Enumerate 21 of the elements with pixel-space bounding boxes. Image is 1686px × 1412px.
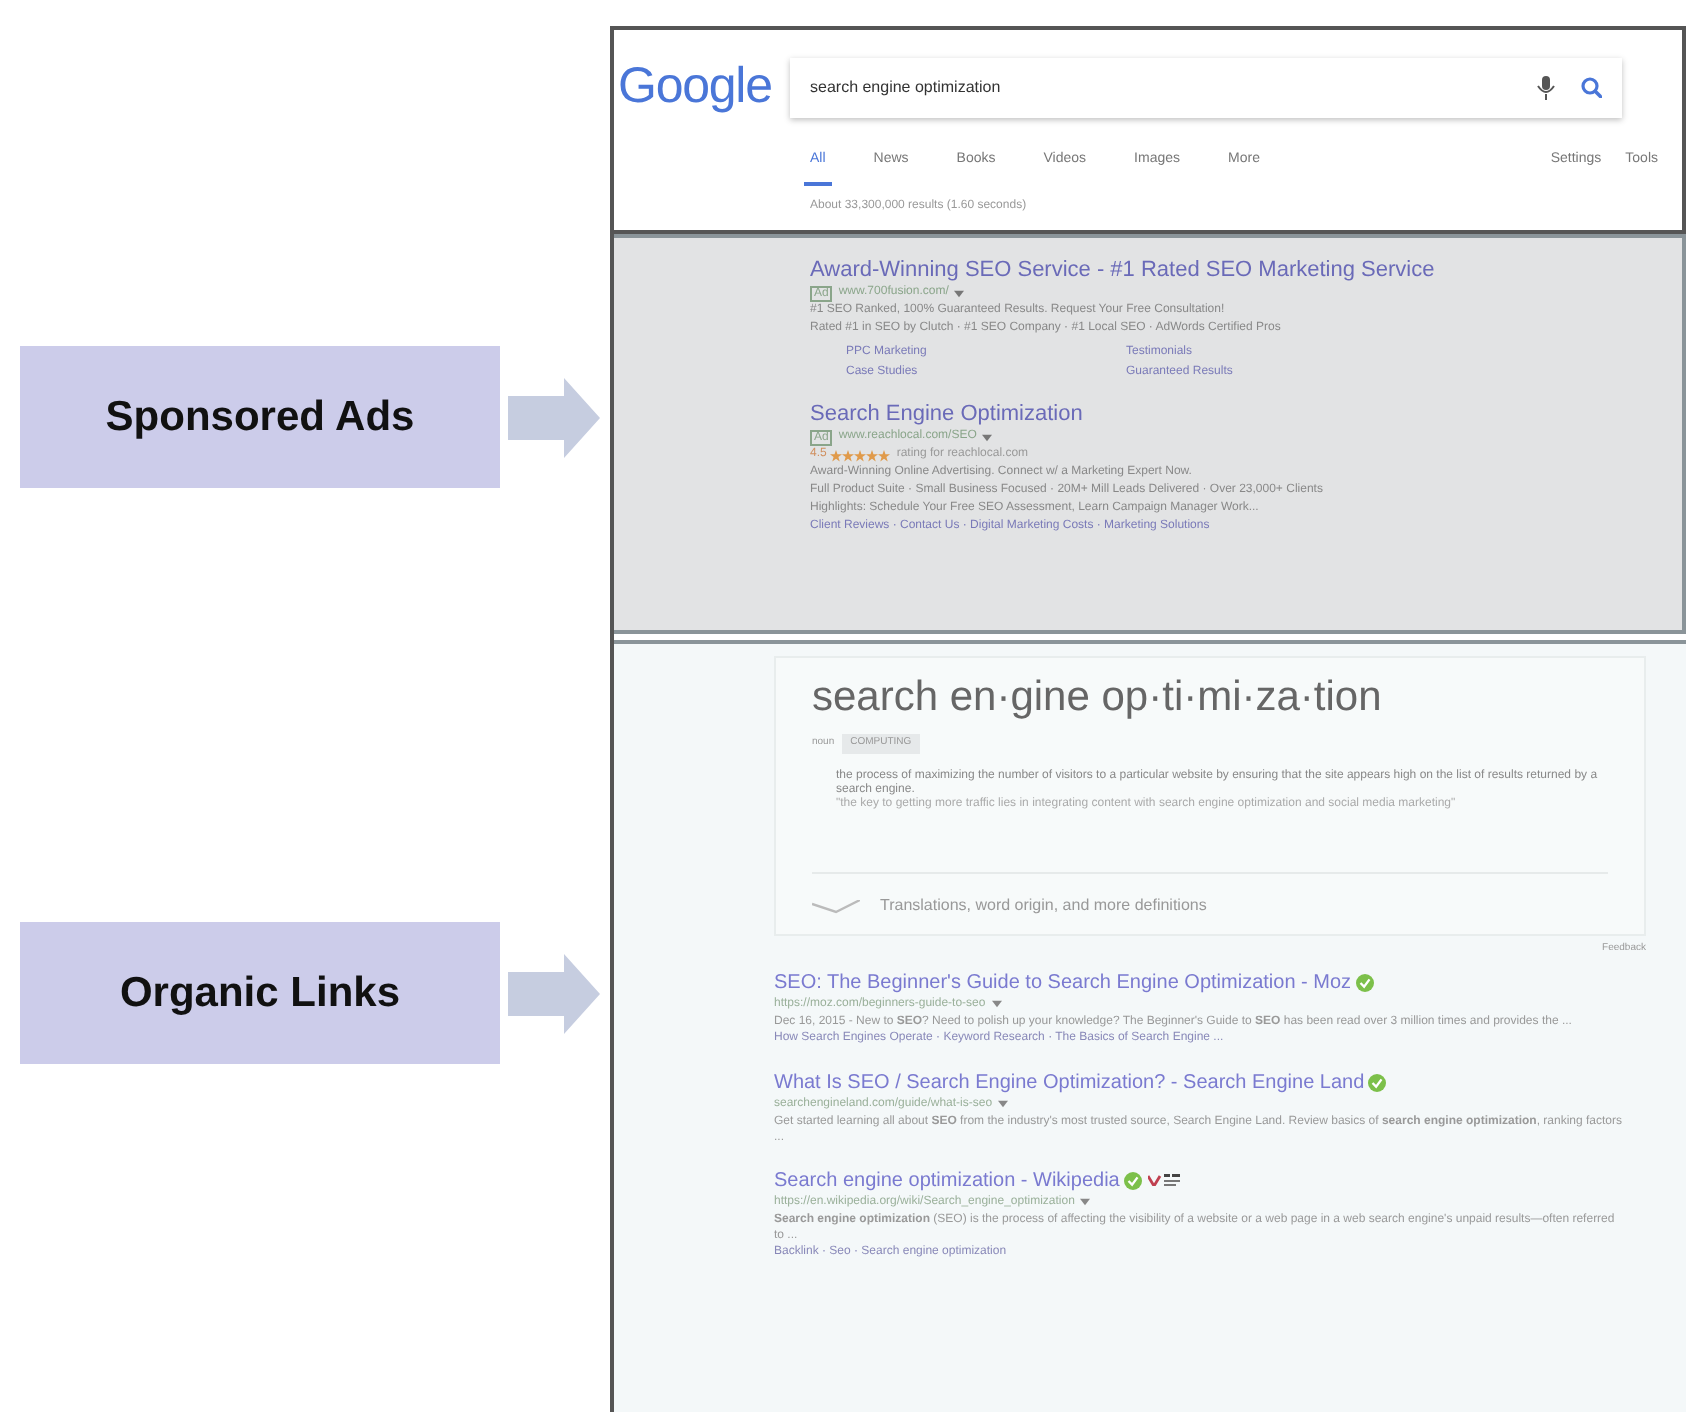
callout-label: Sponsored Ads bbox=[20, 346, 500, 488]
search-field[interactable]: search engine optimization bbox=[790, 57, 1622, 118]
callout-label: Organic Links bbox=[20, 922, 500, 1064]
result-title[interactable]: What Is SEO / Search Engine Optimization? - Search Engine Land bbox=[774, 1069, 1365, 1095]
arrow-icon bbox=[508, 377, 600, 457]
dropdown-caret-icon bbox=[991, 1000, 1002, 1008]
chevron-down-icon bbox=[812, 899, 860, 913]
search-icon bbox=[1580, 76, 1602, 99]
google-logo[interactable]: Google bbox=[614, 50, 790, 125]
dropdown-caret-icon bbox=[1080, 1198, 1091, 1206]
dropdown-caret-icon bbox=[982, 433, 993, 441]
dropdown-caret-icon bbox=[998, 1100, 1009, 1108]
ad-title[interactable]: Award-Winning SEO Service - #1 Rated SEO Marketing Service bbox=[810, 258, 1682, 284]
ad-title[interactable]: Search Engine Optimization bbox=[810, 402, 1682, 428]
arrow-icon bbox=[508, 953, 600, 1033]
more-definitions-link[interactable]: Translations, word origin, and more definitions bbox=[880, 894, 1207, 918]
result-title[interactable]: Search engine optimization - Wikipedia bbox=[774, 1167, 1120, 1193]
dropdown-caret-icon bbox=[954, 289, 965, 297]
dictionary-word: search en·gine op·ti·mi·za·tion bbox=[812, 672, 1384, 724]
microphone-icon bbox=[1536, 75, 1556, 100]
result-title[interactable]: SEO: The Beginner's Guide to Search Engine Optimization - Moz bbox=[774, 969, 1352, 995]
